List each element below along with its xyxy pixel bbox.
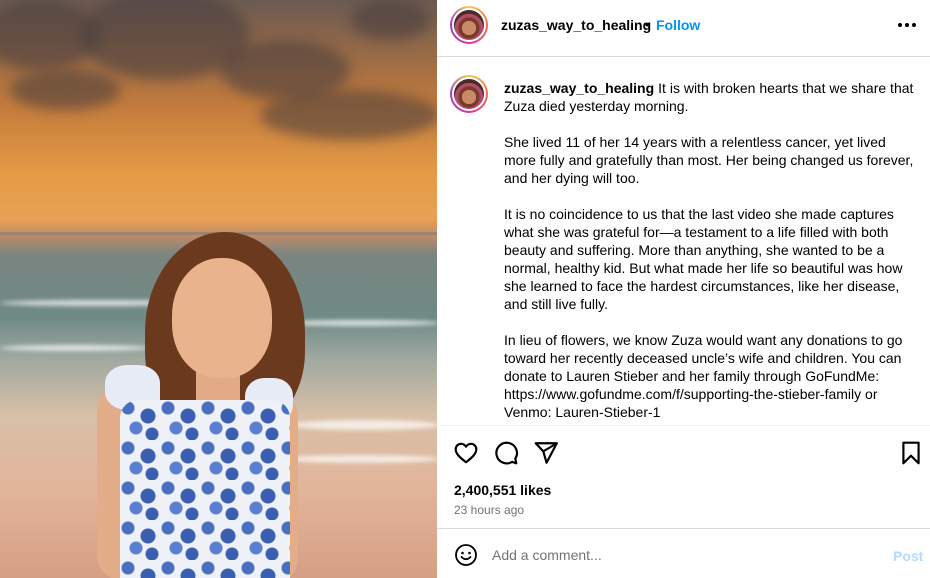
post-panel: zuzas_way_to_healing • Follow zuzas_way_… (437, 0, 930, 578)
separator-dot: • (645, 16, 650, 32)
action-bar: 2,400,551 likes 23 hours ago (437, 425, 930, 528)
post-timestamp[interactable]: 23 hours ago (454, 503, 524, 517)
bookmark-icon[interactable] (898, 440, 924, 466)
avatar[interactable] (450, 6, 488, 44)
post-header: zuzas_way_to_healing • Follow (437, 0, 930, 57)
comment-icon[interactable] (493, 440, 519, 466)
emoji-icon[interactable] (454, 543, 478, 567)
avatar-image (452, 77, 486, 111)
follow-button[interactable]: Follow (656, 17, 700, 33)
floral-dress (120, 400, 290, 578)
post-comment-button[interactable]: Post (893, 548, 923, 564)
like-count[interactable]: 2,400,551 likes (454, 482, 551, 498)
comment-bar: Post (437, 528, 930, 578)
heart-icon[interactable] (453, 440, 479, 466)
caption-username[interactable]: zuzas_way_to_healing (504, 80, 654, 96)
cloud (350, 0, 430, 40)
wave (280, 455, 437, 463)
more-icon[interactable] (898, 23, 918, 29)
girl-face (172, 258, 272, 378)
share-icon[interactable] (533, 440, 559, 466)
caption-paragraph: She lived 11 of her 14 years with a rele… (504, 134, 914, 186)
caption-paragraph: In lieu of flowers, we know Zuza would w… (504, 332, 903, 420)
caption-text: zuzas_way_to_healing It is with broken he… (504, 79, 920, 425)
comment-input[interactable] (492, 542, 872, 568)
header-username[interactable]: zuzas_way_to_healing (501, 17, 651, 33)
caption-paragraph: zuzas_way_to_healing It is with broken he… (504, 79, 920, 115)
cloud (10, 70, 120, 110)
cloud (260, 90, 437, 140)
caption-paragraph: It is no coincidence to us that the last… (504, 206, 903, 312)
avatar-image (452, 8, 486, 42)
wave (0, 345, 150, 351)
caption-area[interactable]: zuzas_way_to_healing It is with broken he… (437, 57, 930, 425)
caption-avatar[interactable] (450, 75, 488, 113)
post-image[interactable] (0, 0, 437, 578)
wave (290, 420, 437, 430)
